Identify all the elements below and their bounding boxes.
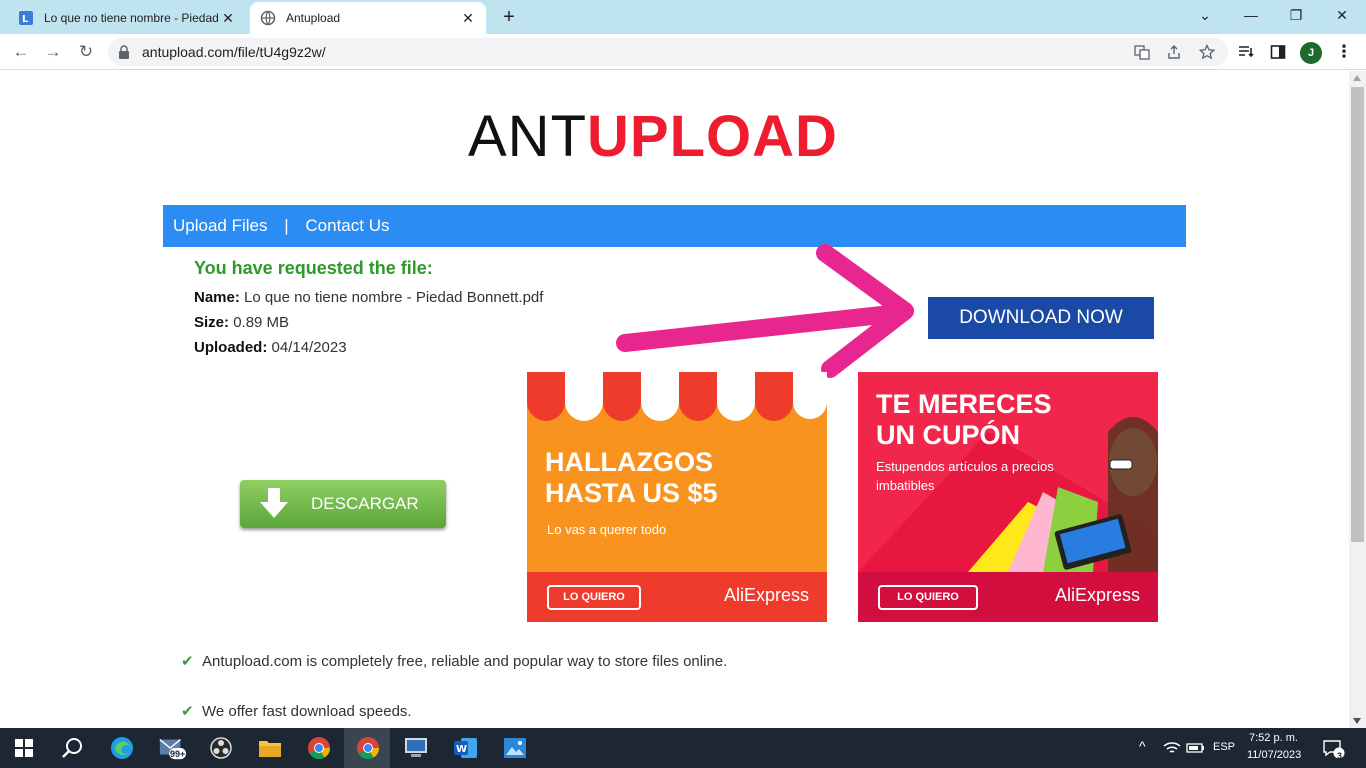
search-icon[interactable] <box>58 734 86 762</box>
aliexpress-brand: AliExpress <box>723 585 809 605</box>
file-uploaded: 04/14/2023 <box>271 339 347 356</box>
reading-list-icon[interactable] <box>1238 44 1254 60</box>
ad-lo-quiero-button[interactable]: LO QUIERO <box>878 585 978 610</box>
side-panel-icon[interactable] <box>1270 44 1286 60</box>
chrome-icon[interactable] <box>305 734 333 762</box>
download-now-button[interactable]: DOWNLOAD NOW <box>928 297 1154 339</box>
tab-book[interactable]: L Lo que no tiene nombre - Piedad ✕ <box>8 2 246 34</box>
file-size-label: Size: <box>194 314 230 331</box>
ad-footer: LO QUIERO AliExpress <box>527 572 827 622</box>
site-logo[interactable]: ANTUPLOAD <box>468 105 838 169</box>
file-name: Lo que no tiene nombre - Piedad Bonnett.… <box>244 289 544 306</box>
menu-icon[interactable]: ⋮ <box>1332 40 1356 64</box>
forward-button[interactable]: → <box>41 40 65 64</box>
pink-arrow-annotation <box>616 244 914 378</box>
edge-icon[interactable] <box>108 734 136 762</box>
browser-tab-strip: L Lo que no tiene nombre - Piedad ✕ Antu… <box>0 0 1366 34</box>
back-button[interactable]: ← <box>9 40 33 64</box>
file-name-label: Name: <box>194 289 240 306</box>
book-icon: L <box>18 10 34 26</box>
page-scrollbar[interactable] <box>1349 71 1366 728</box>
close-window-button[interactable]: ✕ <box>1327 4 1357 26</box>
nav-upload-files[interactable]: Upload Files <box>173 205 268 247</box>
file-size: 0.89 MB <box>233 314 290 331</box>
ad-headline-2: UN CUPÓN <box>876 420 1021 450</box>
download-arrow-icon <box>260 488 288 518</box>
file-name-row: Name: Lo que no tiene nombre - Piedad Bo… <box>194 289 543 306</box>
descargar-label: DESCARGAR <box>311 494 419 513</box>
restore-button[interactable]: ❐ <box>1281 4 1311 26</box>
feature-text: We offer fast download speeds. <box>202 703 412 720</box>
close-icon[interactable]: ✕ <box>460 10 476 26</box>
translate-icon[interactable] <box>1134 44 1150 60</box>
ad-lo-quiero-button[interactable]: LO QUIERO <box>547 585 641 610</box>
battery-icon[interactable] <box>1186 741 1206 755</box>
ad-subtext: Lo vas a querer todo <box>547 522 667 537</box>
tab-search-icon[interactable]: ⌄ <box>1190 4 1220 26</box>
reload-button[interactable]: ↻ <box>74 40 98 64</box>
ad-headline-1: TE MERECES <box>876 389 1052 419</box>
ad-footer: LO QUIERO AliExpress <box>858 572 1158 622</box>
scroll-down-icon[interactable] <box>1353 718 1361 724</box>
clock-time[interactable]: 7:52 p. m. <box>1249 732 1298 744</box>
address-bar[interactable]: antupload.com/file/tU4g9z2w/ <box>108 38 1228 66</box>
chrome-icon[interactable] <box>354 734 382 762</box>
file-uploaded-row: Uploaded: 04/14/2023 <box>194 339 347 356</box>
file-uploaded-label: Uploaded: <box>194 339 268 356</box>
share-icon[interactable] <box>1166 44 1182 60</box>
remote-desktop-icon[interactable] <box>402 734 430 762</box>
minimize-button[interactable]: — <box>1236 4 1266 26</box>
aliexpress-ad-hallazgos[interactable]: HALLAZGOS HASTA US $5 Lo vas a querer to… <box>527 372 827 622</box>
descargar-button[interactable]: DESCARGAR <box>240 480 446 528</box>
svg-text:W: W <box>456 744 467 755</box>
logo-upload: UPLOAD <box>587 104 838 169</box>
svg-text:L: L <box>22 14 29 25</box>
check-icon: ✔ <box>181 653 194 670</box>
tab-title: Lo que no tiene nombre - Piedad <box>44 11 219 25</box>
globe-icon <box>260 10 276 26</box>
url-text[interactable]: antupload.com/file/tU4g9z2w/ <box>142 38 326 66</box>
nav-contact-us[interactable]: Contact Us <box>305 205 389 247</box>
browser-toolbar: ← → ↻ antupload.com/file/tU4g9z2w/ J ⋮ <box>0 34 1366 70</box>
aliexpress-brand: AliExpress <box>1054 585 1140 605</box>
ad-headline-1: HALLAZGOS <box>545 447 713 477</box>
wifi-icon[interactable] <box>1163 741 1181 755</box>
lock-icon <box>119 45 129 59</box>
scroll-thumb[interactable] <box>1351 87 1364 542</box>
tab-antupload[interactable]: Antupload ✕ <box>250 2 486 34</box>
notification-count: 3 <box>1337 751 1343 761</box>
mail-badge: 99+ <box>170 749 186 759</box>
logo-ant: ANT <box>468 104 587 169</box>
clock-date[interactable]: 11/07/2023 <box>1247 749 1301 761</box>
word-icon[interactable]: W <box>452 734 480 762</box>
web-page: ANTUPLOAD Upload Files | Contact Us You … <box>0 71 1349 728</box>
language-indicator[interactable]: ESP <box>1213 741 1235 753</box>
show-hidden-icons[interactable]: ^ <box>1139 738 1146 754</box>
ad-headline-2: HASTA US $5 <box>545 478 718 508</box>
windows-taskbar: 99+ W ^ ESP 7:52 p. m. 11/07/2023 3 <box>0 728 1366 768</box>
mail-icon[interactable]: 99+ <box>158 734 186 762</box>
requested-heading: You have requested the file: <box>194 258 433 278</box>
obs-icon[interactable] <box>207 734 235 762</box>
awning-graphic <box>527 372 827 421</box>
scroll-up-icon[interactable] <box>1353 75 1361 81</box>
profile-avatar[interactable]: J <box>1300 42 1322 64</box>
new-tab-button[interactable]: + <box>498 6 520 28</box>
photos-icon[interactable] <box>501 734 529 762</box>
aliexpress-ad-cupon[interactable]: TE MERECES UN CUPÓN Estupendos artículos… <box>858 372 1158 622</box>
check-icon: ✔ <box>181 703 194 720</box>
tab-title: Antupload <box>286 11 341 25</box>
nav-separator: | <box>284 216 289 235</box>
close-icon[interactable]: ✕ <box>220 10 236 26</box>
ad-subtext-1: Estupendos artículos a precios <box>876 459 1054 474</box>
star-icon[interactable] <box>1199 44 1215 60</box>
ad-subtext-2: imbatibles <box>876 478 935 493</box>
feature-text: Antupload.com is completely free, reliab… <box>202 653 728 670</box>
windows-start-icon[interactable] <box>10 734 38 762</box>
file-explorer-icon[interactable] <box>256 734 284 762</box>
file-size-row: Size: 0.89 MB <box>194 314 289 331</box>
